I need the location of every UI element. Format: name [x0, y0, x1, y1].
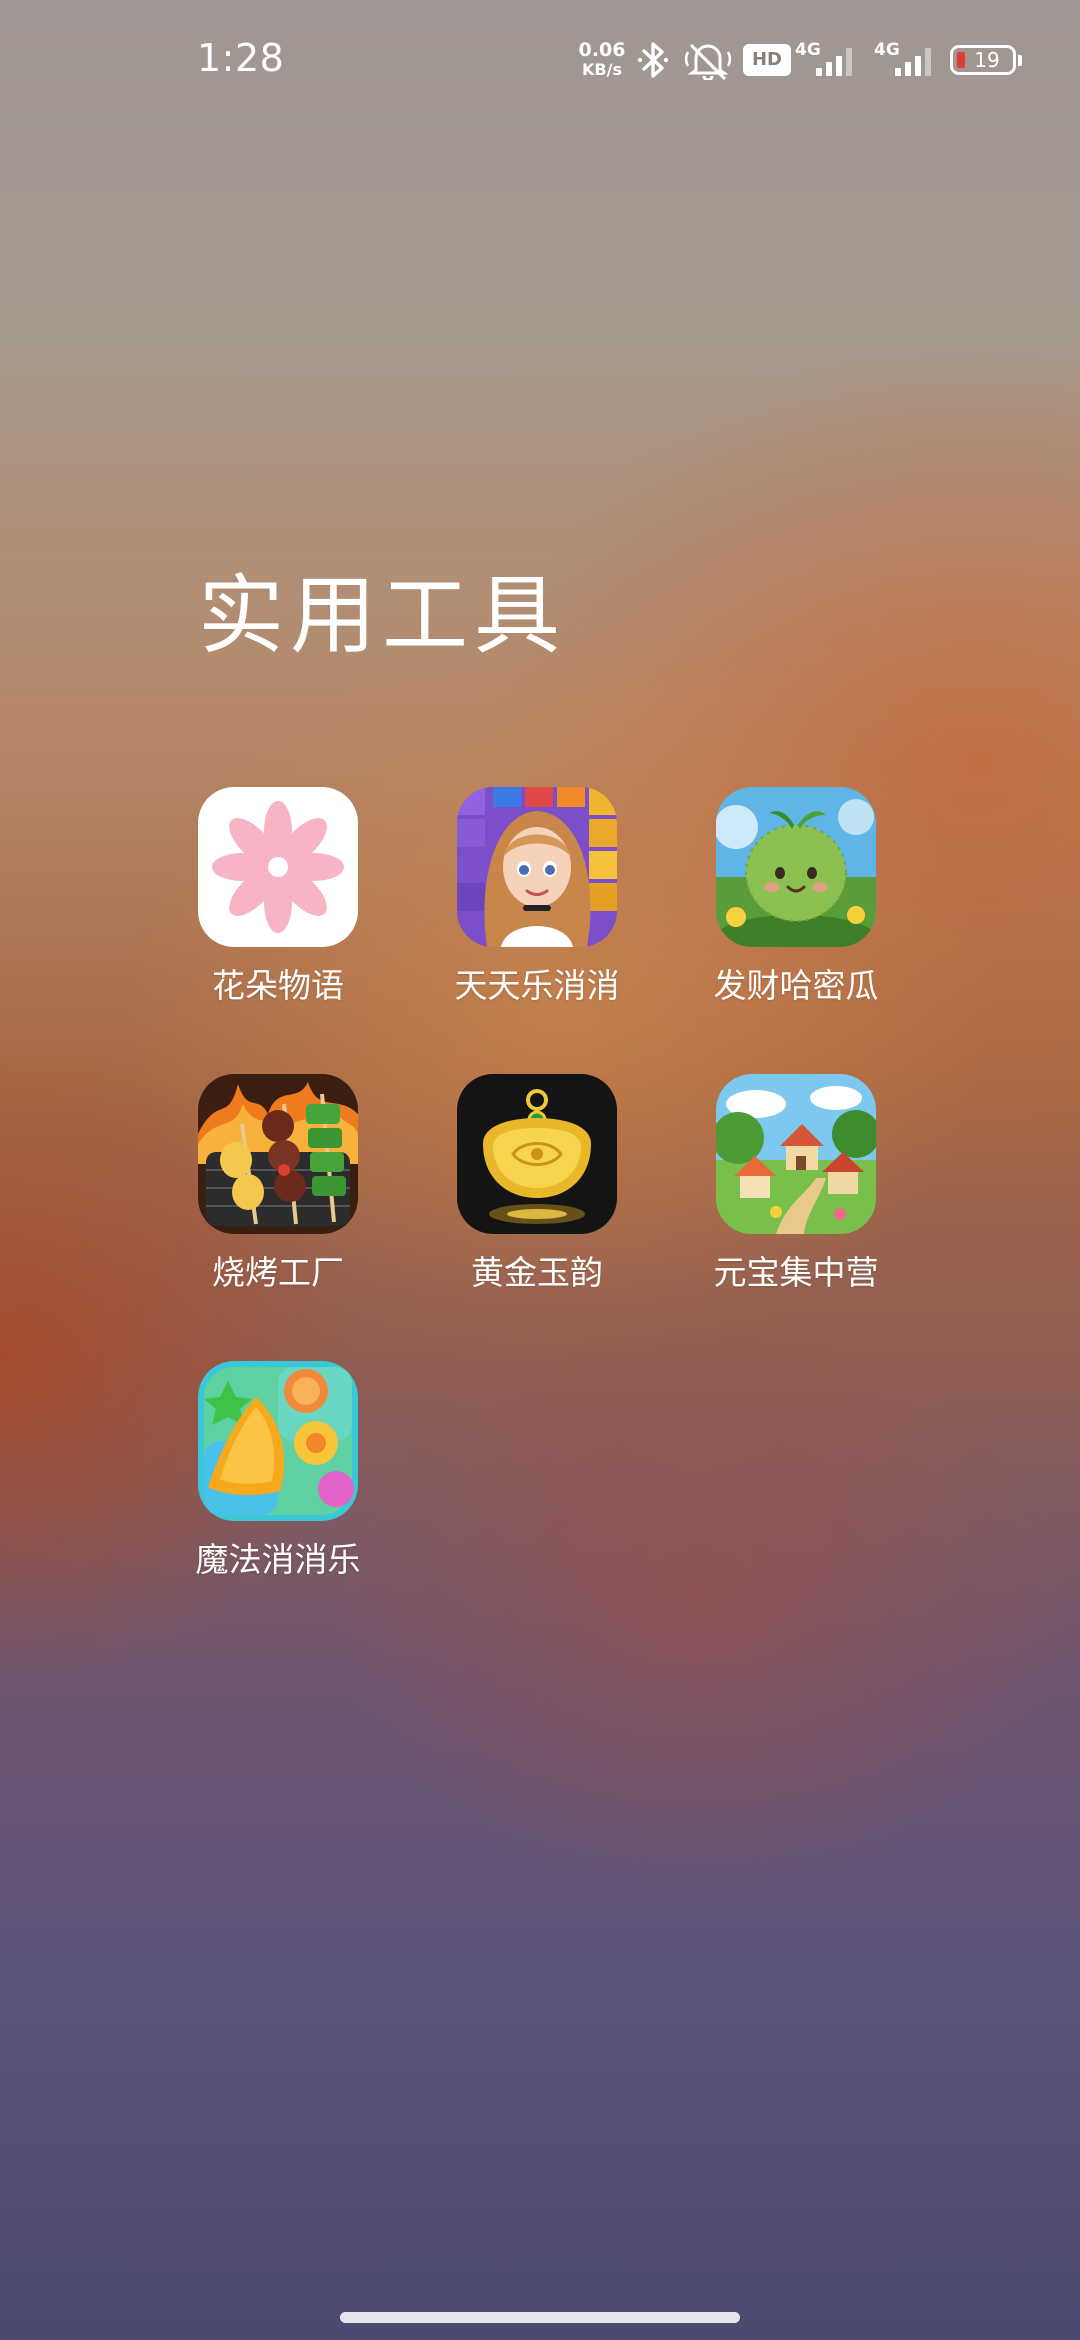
app-facai-hamigua[interactable]: 发财哈密瓜 — [696, 787, 896, 1007]
status-bar: 1:28 0.06 KB/s HD 4G 4G 19 — [0, 0, 1080, 120]
signal-icon — [893, 44, 939, 82]
app-yuanbao-camp[interactable]: 元宝集中营 — [696, 1074, 896, 1294]
bbq-app-icon[interactable] — [198, 1074, 358, 1234]
app-bbq-factory[interactable]: 烧烤工厂 — [178, 1074, 378, 1294]
mute-icon — [684, 40, 732, 84]
gold-lock-app-icon[interactable] — [457, 1074, 617, 1234]
app-label: 烧烤工厂 — [212, 1253, 344, 1292]
signal-icon — [814, 44, 860, 82]
clock: 1:28 — [197, 36, 285, 80]
battery-level: 19 — [974, 48, 1000, 72]
app-tiantian-xiaoxiao[interactable]: 天天乐消消 — [437, 787, 637, 1007]
app-label: 花朵物语 — [212, 966, 344, 1005]
app-label: 黄金玉韵 — [471, 1253, 603, 1292]
app-label: 发财哈密瓜 — [713, 966, 879, 1005]
network-speed-value: 0.06 — [578, 39, 626, 61]
folder-title[interactable]: 实用工具 — [198, 545, 566, 670]
hd-voice-icon: HD — [743, 44, 791, 76]
home-indicator[interactable] — [340, 2312, 740, 2323]
battery-icon: 19 — [950, 45, 1022, 75]
melon-app-icon[interactable] — [716, 787, 876, 947]
app-gold-jade[interactable]: 黄金玉韵 — [437, 1074, 637, 1294]
network-speed: 0.06 KB/s — [574, 40, 630, 80]
battery-fill — [957, 52, 965, 68]
network-speed-unit: KB/s — [582, 60, 622, 79]
app-label: 天天乐消消 — [454, 966, 620, 1005]
app-flower-story[interactable]: 花朵物语 — [178, 787, 378, 1007]
app-label: 魔法消消乐 — [195, 1540, 361, 1579]
candy-app-icon[interactable] — [198, 1361, 358, 1521]
bluetooth-icon — [636, 40, 670, 84]
girl-puzzle-app-icon[interactable] — [457, 787, 617, 947]
village-app-icon[interactable] — [716, 1074, 876, 1234]
app-magic-match[interactable]: 魔法消消乐 — [178, 1361, 378, 1581]
flower-app-icon[interactable] — [198, 787, 358, 947]
app-label: 元宝集中营 — [713, 1253, 879, 1292]
